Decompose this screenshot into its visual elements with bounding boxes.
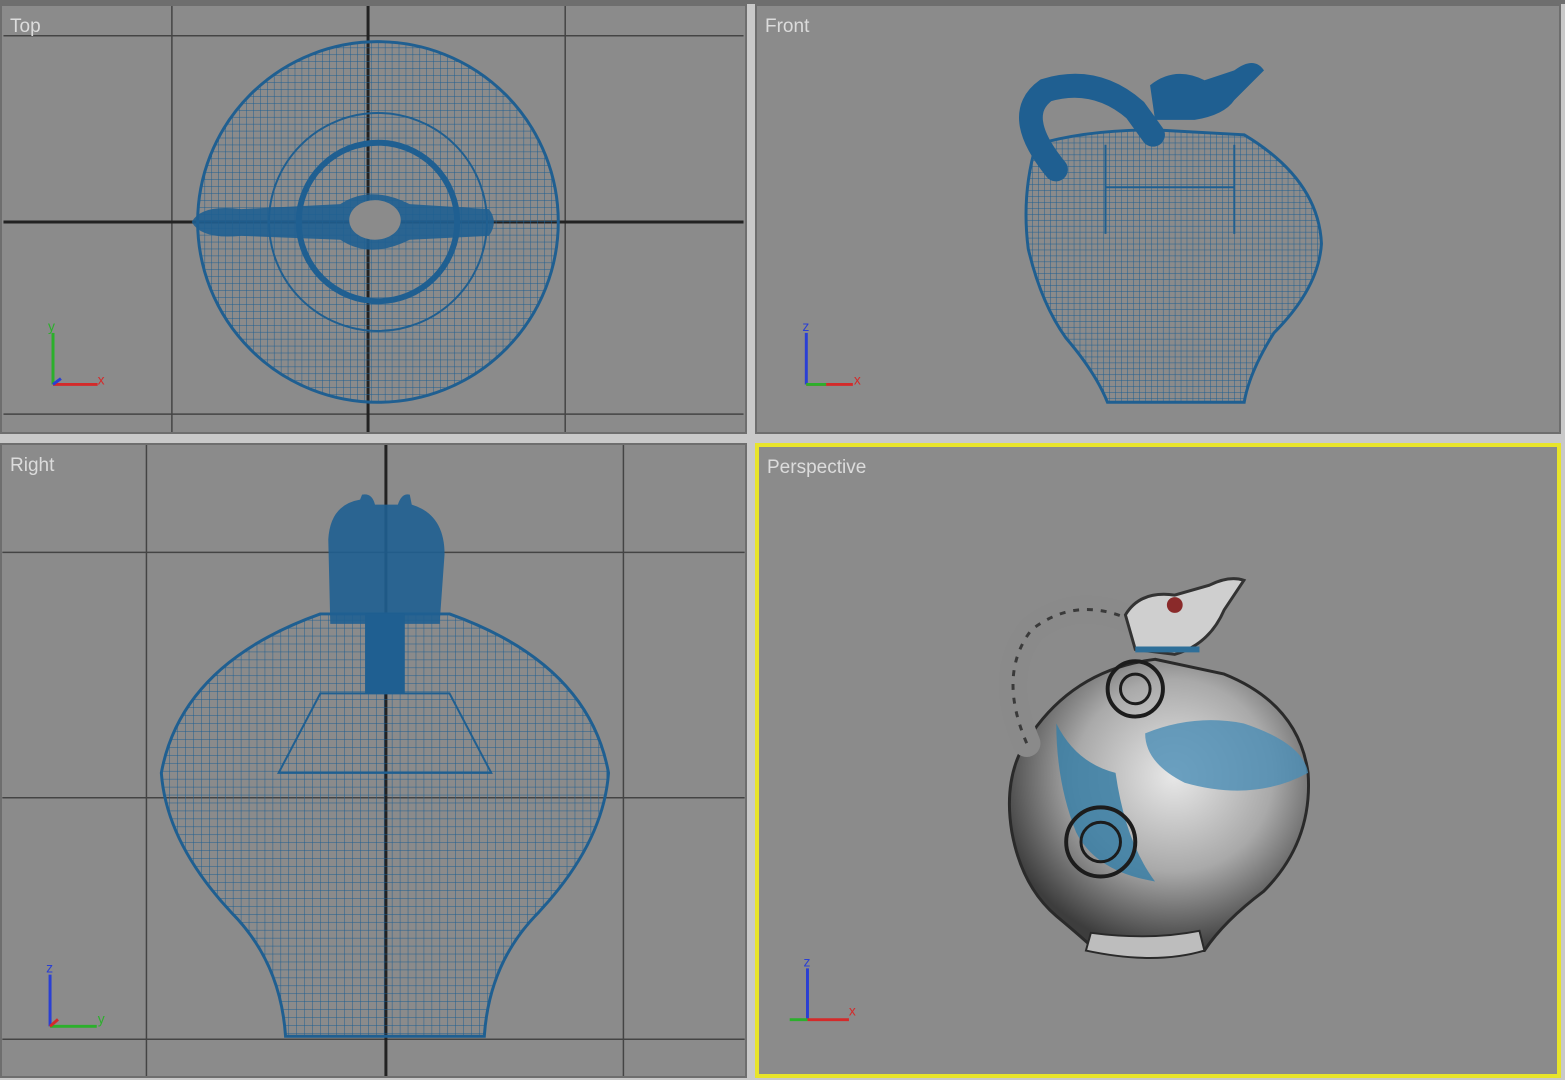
vase-right-wireframe	[159, 494, 611, 1038]
viewport-label-front[interactable]: Front	[765, 16, 809, 38]
vase-top-wireframe	[191, 40, 560, 404]
front-view-canvas: z x	[802, 62, 1323, 404]
viewport-perspective[interactable]: z x Perspective	[755, 443, 1561, 1078]
svg-text:z: z	[804, 953, 811, 969]
viewport-label-top[interactable]: Top	[10, 16, 41, 38]
viewport-label-right[interactable]: Right	[10, 455, 54, 477]
axis-tripod-icon	[48, 974, 97, 1028]
svg-text:z: z	[46, 960, 53, 976]
axis-tripod-icon	[789, 968, 849, 1022]
axis-tripod-icon	[804, 332, 853, 386]
svg-text:z: z	[802, 318, 809, 334]
svg-text:x: x	[854, 371, 861, 387]
viewport-label-perspective[interactable]: Perspective	[767, 457, 866, 479]
viewport-front[interactable]: z x Front	[755, 4, 1561, 434]
svg-text:y: y	[98, 1010, 105, 1026]
viewport-right[interactable]: z y Right	[0, 443, 747, 1078]
top-view-canvas: y x	[3, 6, 744, 432]
viewport-top[interactable]: y x Top	[0, 4, 747, 434]
svg-text:x: x	[849, 1003, 856, 1019]
svg-text:x: x	[98, 371, 105, 387]
svg-text:y: y	[48, 318, 55, 334]
axis-tripod-icon	[51, 332, 98, 386]
perspective-view-canvas: z x	[789, 577, 1311, 1022]
vase-rendered-model	[999, 577, 1311, 959]
vase-front-wireframe	[1019, 62, 1323, 404]
right-view-canvas: z y	[2, 445, 745, 1076]
